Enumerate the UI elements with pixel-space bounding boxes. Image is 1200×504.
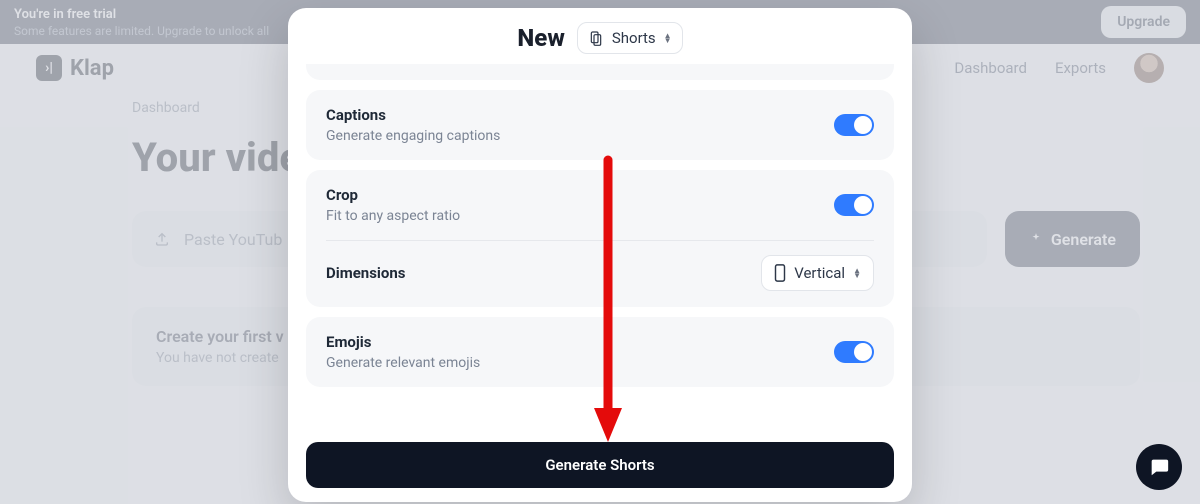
previous-setting-edge [306,64,894,80]
shorts-icon [588,30,604,46]
setting-captions: Captions Generate engaging captions [306,90,894,160]
emojis-desc: Generate relevant emojis [326,355,480,371]
new-shorts-modal: New Shorts ▲▼ Captions Generate engaging… [288,8,912,502]
support-chat-button[interactable] [1136,444,1182,490]
dimensions-select[interactable]: Vertical ▲▼ [761,255,874,291]
emojis-toggle[interactable] [834,341,874,363]
chevron-updown-icon: ▲▼ [664,33,672,43]
setting-emojis: Emojis Generate relevant emojis [306,317,894,387]
modal-footer: Generate Shorts [288,432,912,502]
crop-desc: Fit to any aspect ratio [326,208,460,224]
captions-toggle[interactable] [834,114,874,136]
type-select[interactable]: Shorts ▲▼ [577,22,683,54]
modal-body[interactable]: Captions Generate engaging captions Crop… [288,64,912,432]
setting-crop: Crop Fit to any aspect ratio Dimensions … [306,170,894,307]
captions-title: Captions [326,106,500,124]
type-value: Shorts [612,29,656,47]
generate-shorts-button[interactable]: Generate Shorts [306,442,894,488]
captions-desc: Generate engaging captions [326,128,500,144]
dimensions-row: Dimensions Vertical ▲▼ [326,240,874,291]
dimensions-label: Dimensions [326,264,405,282]
chat-icon [1148,456,1170,478]
dimensions-value: Vertical [794,264,845,282]
modal-title: New [517,24,564,52]
phone-icon [774,264,786,282]
emojis-title: Emojis [326,333,480,351]
chevron-updown-icon: ▲▼ [853,268,861,278]
crop-toggle[interactable] [834,194,874,216]
crop-title: Crop [326,186,460,204]
modal-header: New Shorts ▲▼ [288,8,912,64]
